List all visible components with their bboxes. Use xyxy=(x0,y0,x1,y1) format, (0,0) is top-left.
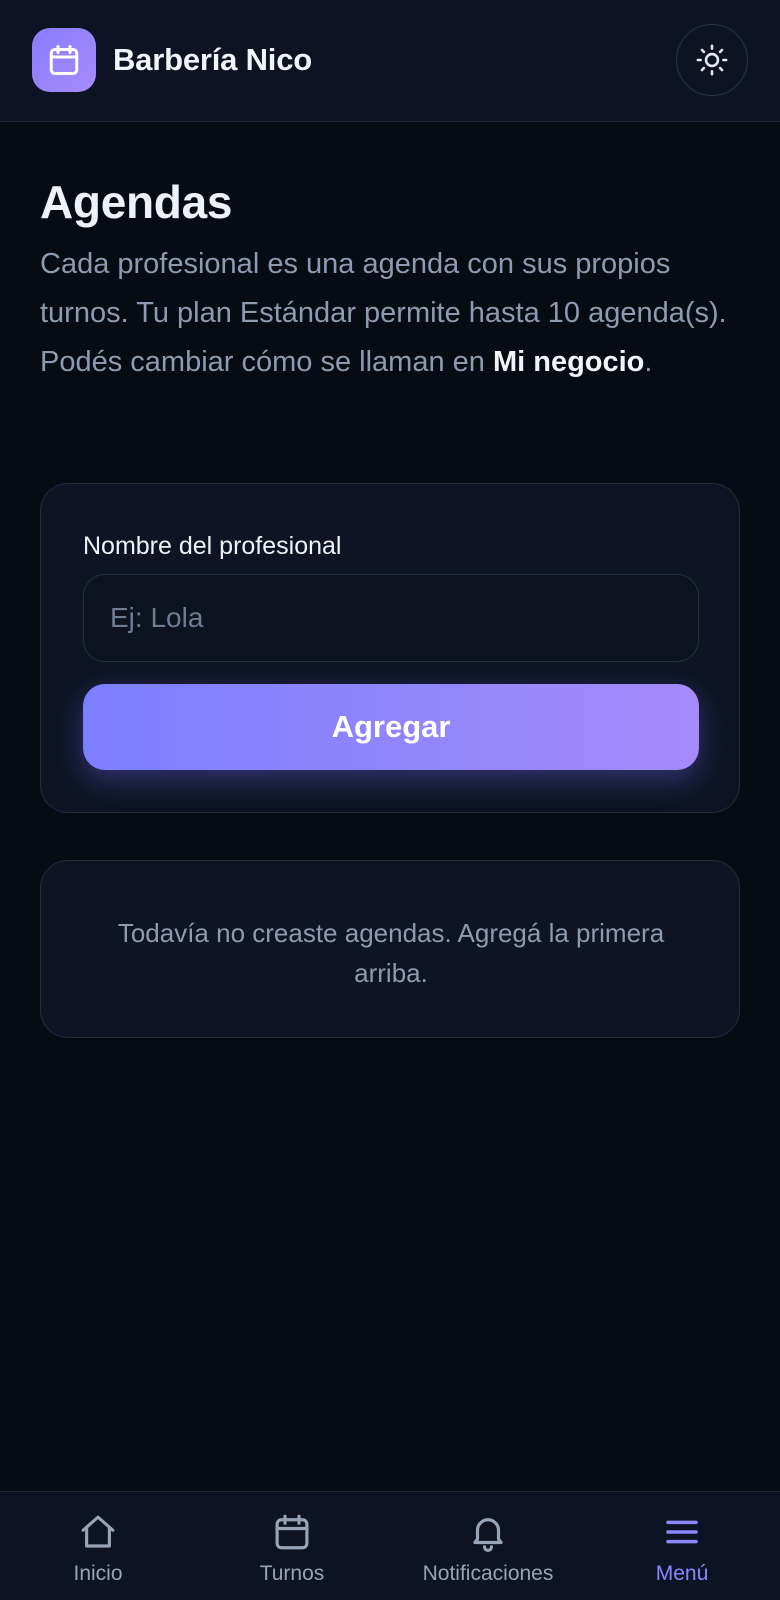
brand-logo[interactable] xyxy=(32,28,96,92)
brand-name: Barbería Nico xyxy=(113,42,312,77)
add-agenda-card: Nombre del profesional Agregar xyxy=(40,483,740,813)
page-description: Cada profesional es una agenda con sus p… xyxy=(40,240,745,387)
nav-label-turnos: Turnos xyxy=(259,1562,325,1585)
business-settings-link[interactable]: Mi negocio xyxy=(493,346,644,378)
nav-item-inicio[interactable]: Inicio xyxy=(48,1492,148,1600)
calendar-icon xyxy=(49,45,79,75)
professional-name-input[interactable] xyxy=(83,574,699,662)
app-root: Barbería Nico Agendas Cada profesional e… xyxy=(0,0,780,1600)
nav-label-notificaciones: Notificaciones xyxy=(422,1562,554,1585)
nav-label-menu: Menú xyxy=(655,1562,709,1585)
top-bar: Barbería Nico xyxy=(0,0,780,122)
nav-item-menu[interactable]: Menú xyxy=(632,1492,732,1600)
bell-icon xyxy=(473,1518,503,1552)
calendar-icon xyxy=(275,1514,309,1550)
nav-item-notificaciones[interactable]: Notificaciones xyxy=(408,1492,568,1600)
add-button[interactable]: Agregar xyxy=(83,684,699,770)
empty-state-card: Todavía no creaste agendas. Agregá la pr… xyxy=(40,860,740,1038)
description-end: . xyxy=(644,346,653,378)
nav-item-turnos[interactable]: Turnos xyxy=(242,1492,342,1600)
bottom-navigation: Inicio Turnos Notificaciones Menú xyxy=(0,1491,780,1600)
professional-name-label: Nombre del profesional xyxy=(83,532,342,560)
sun-icon xyxy=(696,44,728,76)
nav-label-inicio: Inicio xyxy=(73,1562,123,1585)
theme-toggle-button[interactable] xyxy=(676,24,748,96)
empty-state-message: Todavía no creaste agendas. Agregá la pr… xyxy=(117,918,665,988)
menu-icon xyxy=(666,1520,698,1544)
page-title: Agendas xyxy=(40,176,233,228)
home-icon xyxy=(81,1515,115,1548)
